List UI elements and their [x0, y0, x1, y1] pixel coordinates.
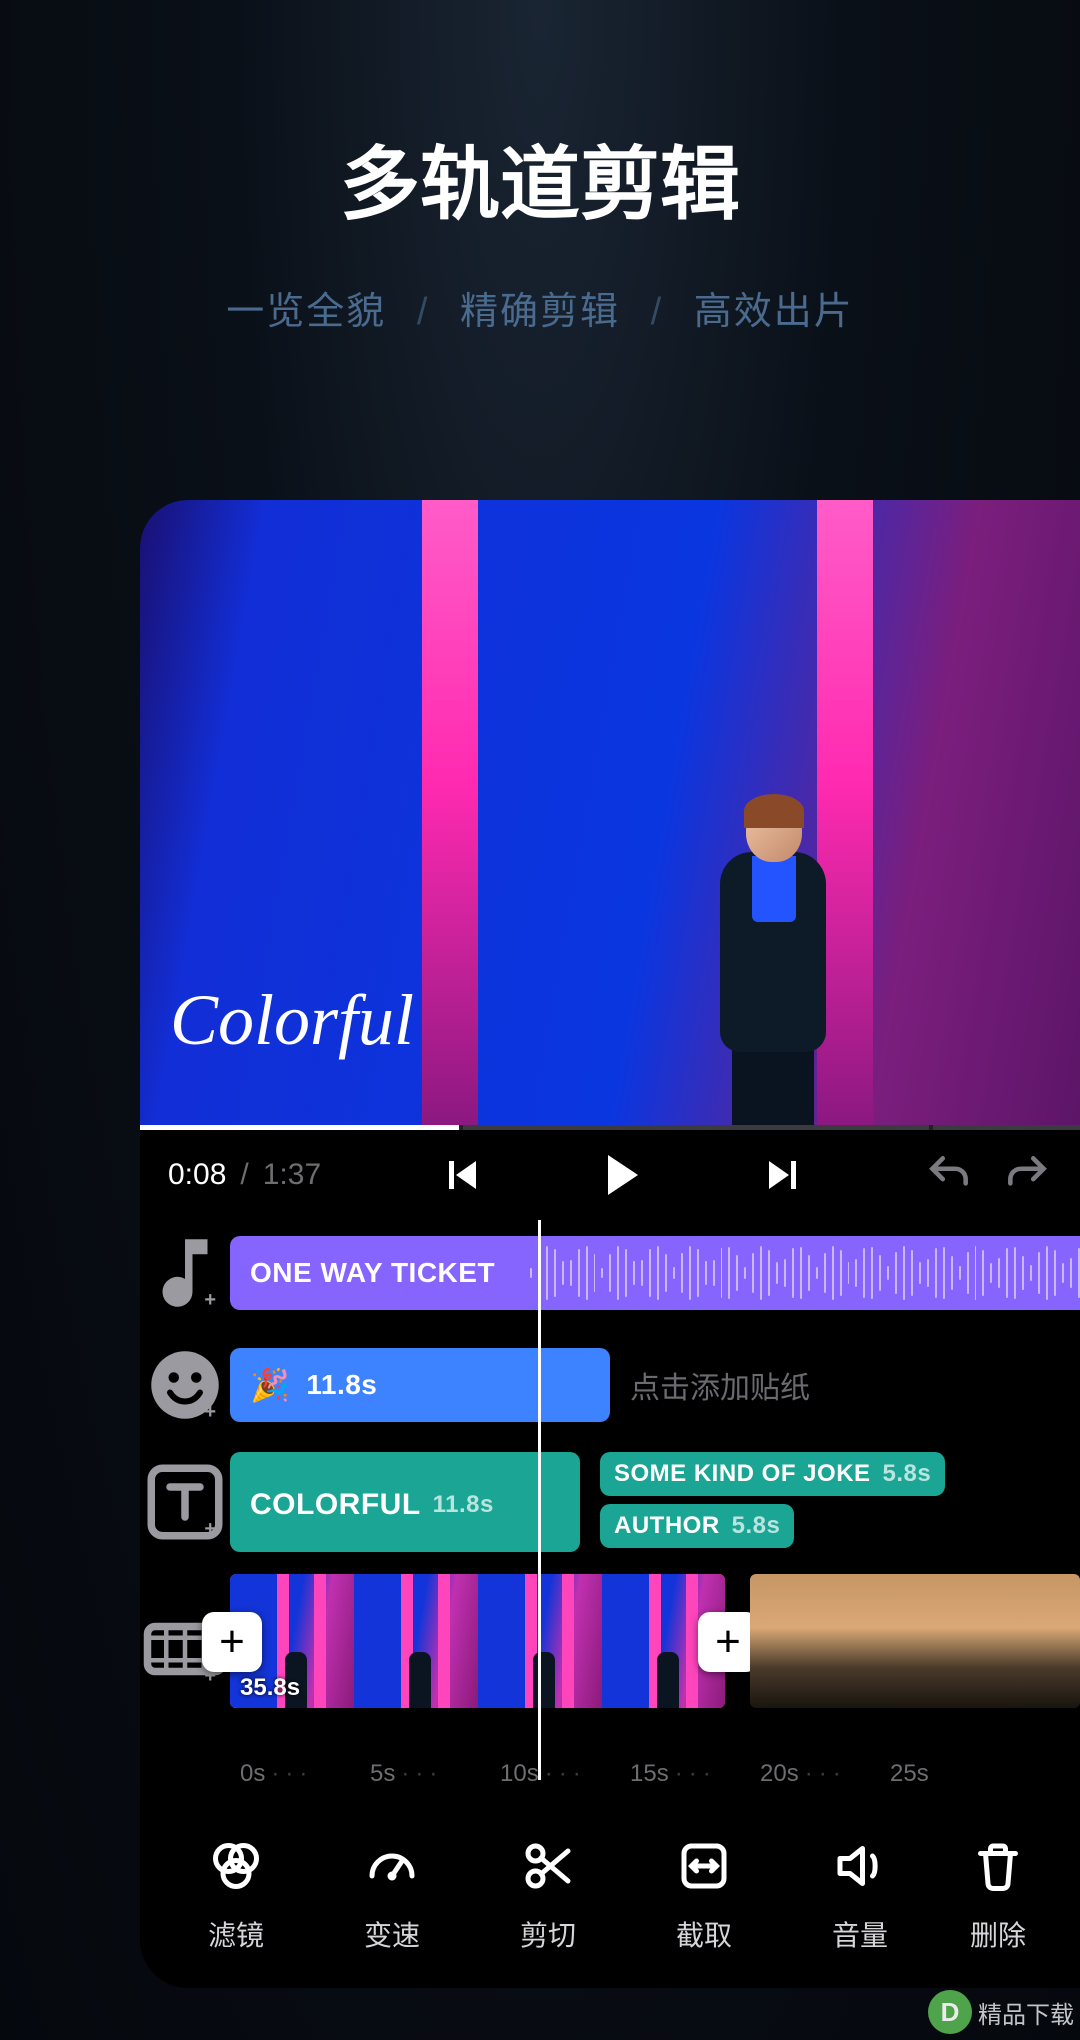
crop-icon — [674, 1836, 734, 1896]
crop-tool[interactable]: 截取 — [626, 1836, 782, 1954]
next-clip-button[interactable] — [758, 1150, 808, 1200]
tool-label: 截取 — [676, 1914, 732, 1954]
plus-icon: + — [204, 1289, 216, 1312]
add-sticker-button[interactable]: + — [140, 1340, 230, 1430]
preview-viewport[interactable]: Colorful — [140, 500, 1080, 1130]
delete-tool[interactable]: 删除 — [938, 1836, 1058, 1954]
hero-subtitle: 一览全貌 / 精确剪辑 / 高效出片 — [0, 280, 1080, 335]
text-clip-sub-1[interactable]: SOME KIND OF JOKE 5.8s — [600, 1452, 945, 1496]
tool-label: 删除 — [970, 1914, 1026, 1954]
plus-icon: + — [204, 1401, 216, 1424]
text-clip-label: SOME KIND OF JOKE — [614, 1460, 871, 1488]
add-clip-after-button[interactable]: + — [698, 1612, 758, 1672]
redo-icon — [1002, 1150, 1052, 1200]
watermark-text: 精品下载 — [978, 2002, 1074, 2029]
tool-label: 滤镜 — [208, 1914, 264, 1954]
redo-button[interactable] — [1002, 1150, 1052, 1200]
trash-icon — [968, 1836, 1028, 1896]
scissors-icon — [518, 1836, 578, 1896]
tool-label: 音量 — [832, 1914, 888, 1954]
music-track: + ONE WAY TICKET — [140, 1228, 1080, 1318]
ruler-tick: 0s — [240, 1760, 265, 1788]
party-popper-icon: 🎉 — [250, 1366, 290, 1404]
time-current: 0:08 — [168, 1158, 226, 1192]
prev-clip-button[interactable] — [438, 1150, 488, 1200]
ruler-tick: 15s — [630, 1760, 669, 1788]
add-sticker-hint[interactable]: 点击添加贴纸 — [630, 1348, 810, 1422]
watermark: D 精品下载 — [928, 1990, 1074, 2034]
hero-sub-2: 精确剪辑 — [460, 291, 620, 333]
sticker-track: + 🎉 11.8s 点击添加贴纸 — [140, 1340, 1080, 1430]
video-clip-2[interactable] — [750, 1574, 1080, 1708]
text-clip-main[interactable]: COLORFUL 11.8s — [230, 1452, 580, 1552]
speed-tool[interactable]: 变速 — [314, 1836, 470, 1954]
preview-segment-bar[interactable] — [140, 1125, 1080, 1130]
ruler-tick: 10s — [500, 1760, 539, 1788]
text-icon — [140, 1457, 230, 1547]
sticker-clip[interactable]: 🎉 11.8s — [230, 1348, 610, 1422]
text-clip-duration: 5.8s — [732, 1512, 781, 1540]
video-track: + 35.8s + + — [140, 1574, 1080, 1724]
emoji-icon — [140, 1340, 230, 1430]
playhead[interactable] — [538, 1220, 541, 1780]
music-note-icon — [140, 1228, 230, 1318]
watermark-logo-icon: D — [928, 1990, 972, 2034]
add-clip-before-button[interactable]: + — [202, 1612, 262, 1672]
volume-tool[interactable]: 音量 — [782, 1836, 938, 1954]
filter-tool[interactable]: 滤镜 — [158, 1836, 314, 1954]
text-clip-label: COLORFUL — [250, 1488, 421, 1522]
add-music-button[interactable]: + — [140, 1228, 230, 1318]
speedometer-icon — [362, 1836, 422, 1896]
time-separator: / — [240, 1158, 248, 1192]
hero-sub-3: 高效出片 — [694, 291, 854, 333]
video-clip-1[interactable]: 35.8s — [230, 1574, 725, 1708]
text-clip-duration: 11.8s — [433, 1491, 494, 1519]
music-clip-title: ONE WAY TICKET — [250, 1257, 495, 1289]
add-text-button[interactable]: + — [140, 1457, 230, 1547]
play-icon — [608, 1155, 638, 1195]
sticker-clip-duration: 11.8s — [306, 1369, 377, 1401]
hero-sep-1: / — [417, 291, 430, 333]
hero-sub-1: 一览全貌 — [226, 291, 386, 333]
ruler-tick: 20s — [760, 1760, 799, 1788]
hero-sep-2: / — [651, 291, 664, 333]
ruler-tick: 5s — [370, 1760, 395, 1788]
video-editor-panel: Colorful 0:08 / 1:37 — [140, 500, 1080, 1988]
waveform-icon — [530, 1236, 1080, 1310]
filter-icon — [206, 1836, 266, 1896]
hero-title: 多轨道剪辑 — [0, 120, 1080, 236]
undo-button[interactable] — [924, 1150, 974, 1200]
tool-label: 变速 — [364, 1914, 420, 1954]
cut-tool[interactable]: 剪切 — [470, 1836, 626, 1954]
bottom-toolbar: 滤镜 变速 剪切 截取 音量 删除 — [140, 1802, 1080, 1988]
timeline[interactable]: + ONE WAY TICKET + 🎉 11.8s — [140, 1220, 1080, 1802]
undo-icon — [924, 1150, 974, 1200]
time-ruler[interactable]: 0s··· 5s··· 10s··· 15s··· 20s··· 25s — [140, 1746, 1080, 1802]
speaker-icon — [830, 1836, 890, 1896]
text-clip-sub-2[interactable]: AUTHOR 5.8s — [600, 1504, 794, 1548]
skip-next-icon — [769, 1161, 796, 1189]
text-track: + COLORFUL 11.8s SOME KIND OF JOKE 5.8s … — [140, 1452, 1080, 1552]
video-clip-duration: 35.8s — [240, 1674, 300, 1702]
text-clip-label: AUTHOR — [614, 1512, 720, 1540]
plus-icon: + — [204, 1518, 216, 1541]
music-clip[interactable]: ONE WAY TICKET — [230, 1236, 1080, 1310]
time-total: 1:37 — [263, 1158, 321, 1192]
skip-previous-icon — [449, 1161, 476, 1189]
text-clip-duration: 5.8s — [883, 1460, 932, 1488]
playback-bar: 0:08 / 1:37 — [140, 1130, 1080, 1220]
play-button[interactable] — [598, 1150, 648, 1200]
ruler-tick: 25s — [890, 1760, 929, 1788]
tool-label: 剪切 — [520, 1914, 576, 1954]
preview-text-overlay: Colorful — [170, 979, 414, 1062]
